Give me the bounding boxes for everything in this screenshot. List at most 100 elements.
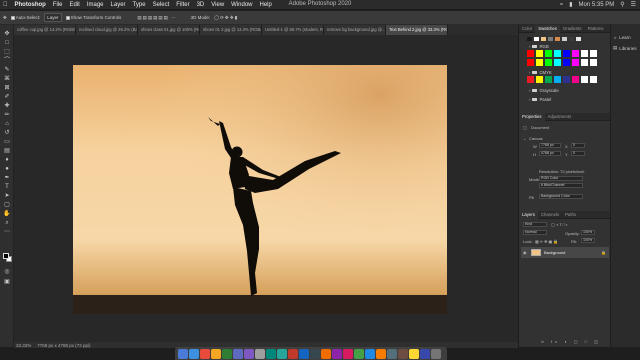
layer-row-background[interactable]: ◉ Background 🔒	[521, 247, 609, 258]
color-swatch[interactable]	[527, 59, 534, 66]
depth-select[interactable]: 8 Bits/Channel	[539, 183, 583, 188]
foreground-color-swatch[interactable]	[3, 253, 9, 259]
tab-channels[interactable]: Channels	[538, 212, 562, 217]
color-swatch[interactable]	[572, 59, 579, 66]
tab-document[interactable]: Untitled-1 @ 66.7% (student, R...	[262, 25, 324, 35]
lasso-tool-icon[interactable]: ⌒	[3, 58, 11, 64]
color-swatch[interactable]	[563, 76, 570, 83]
color-swatch[interactable]	[563, 50, 570, 57]
tab-document[interactable]: shoes class 01.jpg @ 100% (RG...	[138, 25, 200, 35]
swatch-group[interactable]: › Grayscale	[529, 88, 559, 93]
libraries-item[interactable]: ▤ Libraries	[613, 45, 637, 51]
color-swatch[interactable]	[536, 76, 543, 83]
menu-view[interactable]: View	[211, 2, 224, 8]
dock-app-icon[interactable]	[387, 348, 397, 359]
color-swatch[interactable]	[545, 59, 552, 66]
tab-document[interactable]: remove bg background.jpg @...	[324, 25, 386, 35]
dock-app-icon[interactable]	[420, 348, 430, 359]
tab-paths[interactable]: Paths	[562, 212, 579, 217]
path-select-icon[interactable]: ➤	[3, 193, 11, 199]
brush-tool-icon[interactable]: ✏	[3, 112, 11, 118]
eyedropper-icon[interactable]: ✐	[3, 94, 11, 100]
3d-icons[interactable]: ◯⟳✥❖▮	[214, 15, 238, 21]
dock-app-icon[interactable]	[365, 348, 375, 359]
eraser-tool-icon[interactable]: ▭	[3, 139, 11, 145]
dock-app-icon[interactable]	[255, 348, 265, 359]
layer-select[interactable]: Layer	[44, 13, 62, 22]
color-swatch[interactable]	[590, 59, 597, 66]
swatch-group[interactable]: › RGB	[529, 44, 549, 49]
dock-app-icon[interactable]	[332, 348, 342, 359]
pen-tool-icon[interactable]: ✒	[3, 175, 11, 181]
dock-app-icon[interactable]	[299, 348, 309, 359]
fill-select[interactable]: Background Color	[539, 194, 583, 199]
tab-color[interactable]: Color	[519, 26, 535, 31]
tab-swatches[interactable]: Swatches	[535, 24, 560, 33]
y-field[interactable]: 0	[571, 151, 585, 156]
tab-layers[interactable]: Layers	[519, 210, 538, 219]
apple-icon[interactable]: 	[3, 2, 8, 8]
color-swatch[interactable]	[581, 50, 588, 57]
canvas-chevron-icon[interactable]: ⌄	[523, 136, 526, 141]
layer-actions[interactable]: ∞ fx ◑ ▢ □ ◫	[541, 339, 601, 344]
menu-list-icon[interactable]: ☰	[631, 1, 636, 8]
color-swatch[interactable]	[545, 76, 552, 83]
menu-edit[interactable]: Edit	[70, 2, 80, 8]
color-swatch[interactable]	[572, 76, 579, 83]
shape-tool-icon[interactable]: ▢	[3, 202, 11, 208]
dock-app-icon[interactable]	[222, 348, 232, 359]
color-swatch[interactable]	[536, 59, 543, 66]
tab-document[interactable]: Text Behind 2.jpg @ 33.3% (RGB/8)	[386, 25, 448, 35]
tab-document[interactable]: shoes 01 2.jpg @ 13.3% (RGB/8...	[200, 25, 262, 35]
dock-app-icon[interactable]	[376, 348, 386, 359]
crop-tool-icon[interactable]: ⌘	[3, 76, 11, 82]
screen-mode-icon[interactable]: ▣	[3, 279, 11, 285]
frame-tool-icon[interactable]: ⊠	[3, 85, 11, 91]
dock-app-icon[interactable]	[277, 348, 287, 359]
history-brush-icon[interactable]: ↺	[3, 130, 11, 136]
recent-swatch[interactable]	[555, 37, 560, 41]
auto-select-checkbox[interactable]: Auto-Select:	[10, 15, 40, 20]
recent-swatch[interactable]	[548, 37, 553, 41]
dock-app-icon[interactable]	[178, 348, 188, 359]
visibility-eye-icon[interactable]: ◉	[523, 250, 527, 255]
dock-app-icon[interactable]	[310, 348, 320, 359]
dock-app-icon[interactable]	[211, 348, 221, 359]
gradient-tool-icon[interactable]: ▤	[3, 148, 11, 154]
dock-app-icon[interactable]	[189, 348, 199, 359]
fill-opacity-field[interactable]: 100%	[581, 238, 595, 243]
show-transform-checkbox[interactable]: Show Transform Controls	[65, 15, 121, 20]
battery-icon[interactable]: ▮	[569, 1, 572, 8]
recent-swatch[interactable]	[562, 37, 567, 41]
color-swatch[interactable]	[554, 59, 561, 66]
recent-swatch[interactable]	[569, 37, 574, 41]
align-icons[interactable]: ▤▤▤▤▤▤ ⋯	[137, 15, 176, 21]
recent-swatch[interactable]	[576, 37, 581, 41]
color-swatch[interactable]	[545, 50, 552, 57]
recent-swatch[interactable]	[534, 37, 539, 41]
menu-3d[interactable]: 3D	[197, 2, 205, 8]
menu-window[interactable]: Window	[231, 2, 252, 8]
marquee-tool-icon[interactable]: ⬚	[3, 49, 11, 55]
dock-app-icon[interactable]	[266, 348, 276, 359]
dock-app-icon[interactable]	[321, 348, 331, 359]
color-swatch[interactable]	[554, 50, 561, 57]
move-tool-icon[interactable]: ✥	[3, 15, 7, 21]
dock-app-icon[interactable]	[398, 348, 408, 359]
zoom-level[interactable]: 33.33%	[16, 343, 31, 348]
dock-app-icon[interactable]	[343, 348, 353, 359]
blend-mode-select[interactable]: Normal	[523, 230, 547, 235]
dock-app-icon[interactable]	[354, 348, 364, 359]
swatch-group[interactable]: › Pastel	[529, 97, 551, 102]
menu-filter[interactable]: Filter	[176, 2, 189, 8]
color-swatch[interactable]	[581, 76, 588, 83]
color-swatch[interactable]	[590, 50, 597, 57]
height-field[interactable]: 4788 px	[539, 151, 561, 156]
clock[interactable]: Mon 5:35 PM	[579, 2, 615, 8]
app-menu[interactable]: Photoshop	[15, 2, 46, 8]
hand-tool-icon[interactable]: ✋	[3, 211, 11, 217]
dock-app-icon[interactable]	[431, 348, 441, 359]
menu-select[interactable]: Select	[153, 2, 170, 8]
swatch-group[interactable]: › CMYK	[529, 70, 552, 75]
dock-app-icon[interactable]	[409, 348, 419, 359]
